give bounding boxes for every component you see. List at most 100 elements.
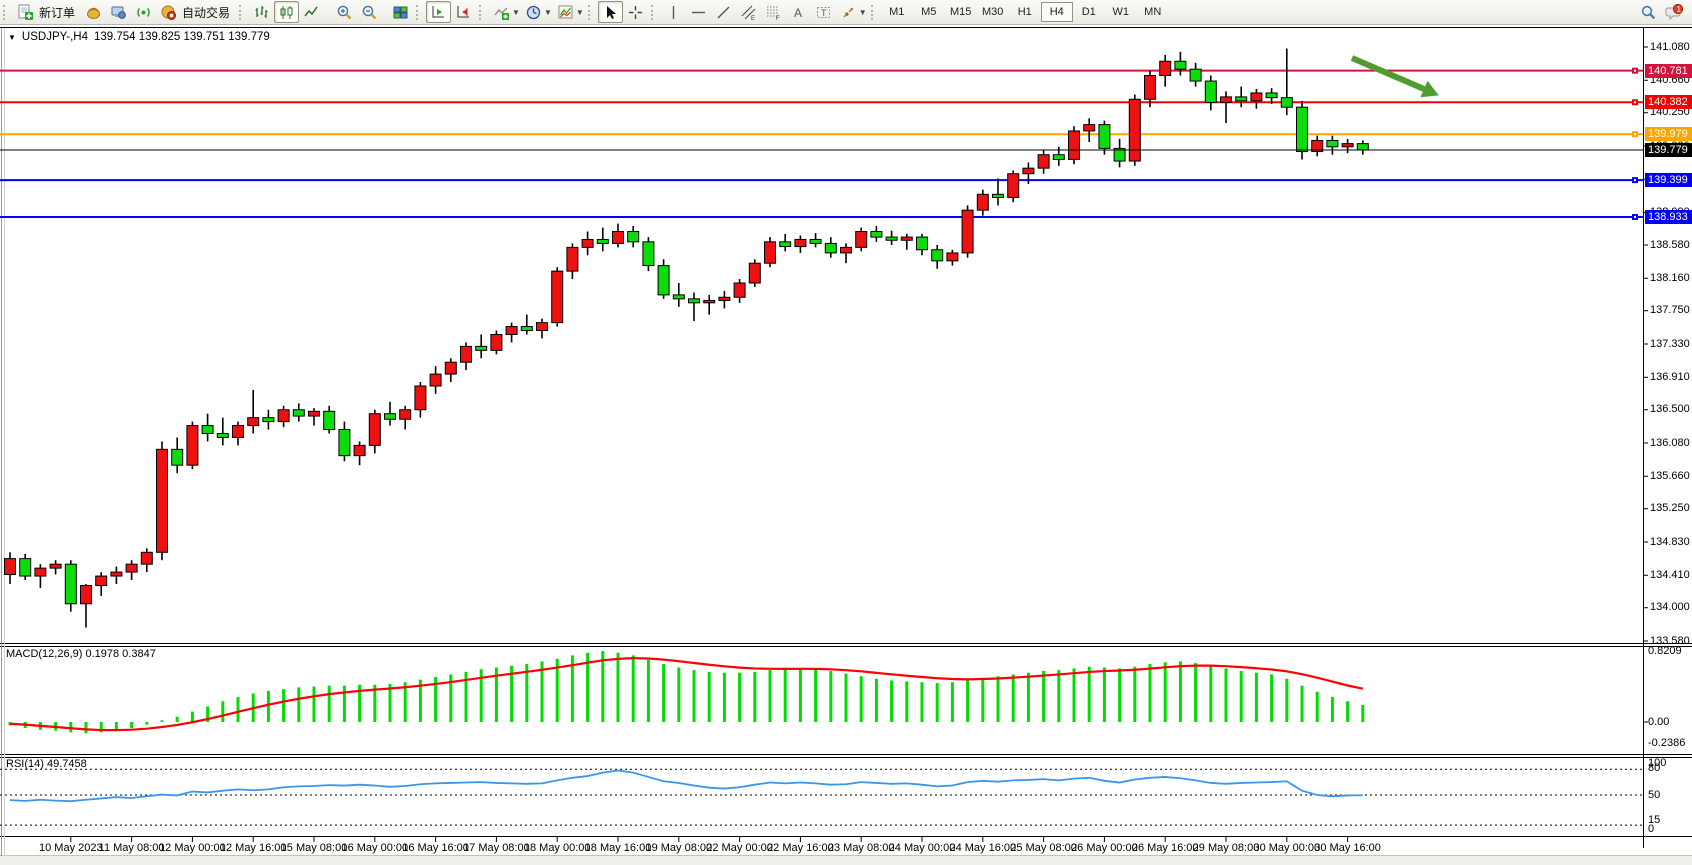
auto-scroll-button[interactable]	[426, 1, 451, 23]
ohlc-readout: 139.754 139.825 139.751 139.779	[94, 31, 270, 43]
new-order-button[interactable]	[13, 1, 38, 23]
symbol-menu-caret[interactable]: ▼	[8, 33, 16, 42]
timeframe-mn[interactable]: MN	[1137, 2, 1169, 22]
macd-axis-label: 0.00	[1648, 716, 1669, 728]
search-button[interactable]	[1636, 1, 1661, 23]
channel-button[interactable]: E	[736, 1, 761, 23]
line-chart-icon	[303, 4, 320, 21]
trendline-button[interactable]	[711, 1, 736, 23]
chart-canvas[interactable]	[0, 0, 1692, 865]
auto-trading-label[interactable]: 自动交易	[182, 4, 230, 21]
chart-shift-button[interactable]	[451, 1, 476, 23]
price-tick-label: 141.080	[1650, 41, 1690, 53]
text-button[interactable]: A	[786, 1, 811, 23]
zoom-in-button[interactable]	[332, 1, 357, 23]
template-icon	[557, 4, 574, 21]
time-axis-label: 30 May 00:00	[1253, 842, 1320, 854]
notifications-button[interactable]: 1	[1661, 1, 1686, 23]
timeframe-w1[interactable]: W1	[1105, 2, 1137, 22]
indicators-button[interactable]	[489, 1, 514, 23]
text-label-icon: T	[815, 4, 832, 21]
indicators-dropdown-caret[interactable]: ▼	[512, 8, 520, 17]
price-tick-label: 137.330	[1650, 338, 1690, 350]
time-axis-label: 12 May 16:00	[220, 842, 287, 854]
fibonacci-button[interactable]: F	[761, 1, 786, 23]
templates-button[interactable]	[553, 1, 578, 23]
arrows-dropdown-caret[interactable]: ▼	[859, 8, 867, 17]
macd-indicator-label: MACD(12,26,9) 0.1978 0.3847	[6, 648, 156, 660]
trade-terminal-icon	[110, 4, 127, 21]
toolbar-grip[interactable]	[871, 5, 877, 20]
zoom-out-icon	[361, 4, 378, 21]
price-tick-label: 134.000	[1650, 601, 1690, 613]
new-order-label[interactable]: 新订单	[39, 4, 75, 21]
timeframe-m15[interactable]: M15	[945, 2, 977, 22]
deposit-button[interactable]	[81, 1, 106, 23]
timeframe-h4[interactable]: H4	[1041, 2, 1073, 22]
new-order-icon	[17, 4, 34, 21]
time-axis-label: 25 May 08:00	[1010, 842, 1077, 854]
price-tick-label: 138.580	[1650, 239, 1690, 251]
candlestick-chart-button[interactable]	[274, 1, 299, 23]
periods-dropdown-caret[interactable]: ▼	[544, 8, 552, 17]
time-axis-label: 15 May 08:00	[281, 842, 348, 854]
timeframe-m30[interactable]: M30	[977, 2, 1009, 22]
price-tick-label: 136.910	[1650, 371, 1690, 383]
chart-shift-icon	[455, 4, 472, 21]
price-tick-label: 134.410	[1650, 569, 1690, 581]
price-tick-label: 135.660	[1650, 470, 1690, 482]
time-axis-label: 18 May 16:00	[585, 842, 652, 854]
time-axis-label: 30 May 16:00	[1314, 842, 1381, 854]
tile-windows-button[interactable]	[388, 1, 413, 23]
price-line-badge: 140.382	[1645, 95, 1692, 109]
toolbar-grip[interactable]	[651, 5, 657, 20]
signals-button[interactable]	[131, 1, 156, 23]
time-axis-label: 16 May 00:00	[341, 842, 408, 854]
timeframe-h1[interactable]: H1	[1009, 2, 1041, 22]
price-tick-label: 137.750	[1650, 304, 1690, 316]
time-axis-label: 22 May 16:00	[767, 842, 834, 854]
arrows-button[interactable]	[836, 1, 861, 23]
svg-text:A: A	[794, 6, 802, 20]
periods-button[interactable]	[521, 1, 546, 23]
horizontal-line-button[interactable]	[686, 1, 711, 23]
toolbar-grip[interactable]	[479, 5, 485, 20]
crosshair-button[interactable]	[623, 1, 648, 23]
rsi-axis-label: 50	[1648, 789, 1660, 801]
bar-chart-button[interactable]	[249, 1, 274, 23]
toolbar-grip[interactable]	[3, 5, 9, 20]
rsi-indicator-label: RSI(14) 49.7458	[6, 758, 87, 770]
timeframe-m1[interactable]: M1	[881, 2, 913, 22]
line-chart-button[interactable]	[299, 1, 324, 23]
time-axis-label: 11 May 08:00	[99, 842, 165, 854]
time-axis-label: 12 May 00:00	[159, 842, 226, 854]
templates-dropdown-caret[interactable]: ▼	[576, 8, 584, 17]
price-tick-label: 134.830	[1650, 536, 1690, 548]
svg-text:T: T	[821, 8, 827, 18]
price-line-badge: 139.979	[1645, 127, 1692, 141]
toolbar-grip[interactable]	[588, 5, 594, 20]
auto-trading-icon	[160, 4, 177, 21]
time-axis-label: 29 May 08:00	[1193, 842, 1260, 854]
time-axis-label: 24 May 00:00	[889, 842, 956, 854]
zoom-out-button[interactable]	[357, 1, 382, 23]
search-icon	[1640, 4, 1657, 21]
time-axis-label: 17 May 08:00	[463, 842, 530, 854]
timeframe-d1[interactable]: D1	[1073, 2, 1105, 22]
time-axis-label: 22 May 00:00	[706, 842, 773, 854]
cursor-button[interactable]	[598, 1, 623, 23]
time-axis-label: 18 May 00:00	[524, 842, 591, 854]
toolbar-grip[interactable]	[416, 5, 422, 20]
price-line-badge: 138.933	[1645, 210, 1692, 224]
svg-text:E: E	[751, 16, 755, 21]
text-label-button[interactable]: T	[811, 1, 836, 23]
toolbar-grip[interactable]	[239, 5, 245, 20]
time-axis-label: 24 May 16:00	[949, 842, 1016, 854]
bar-chart-icon	[253, 4, 270, 21]
current-price-badge: 139.779	[1645, 143, 1692, 157]
vertical-line-button[interactable]	[661, 1, 686, 23]
auto-trading-button[interactable]	[156, 1, 181, 23]
terminal-button[interactable]	[106, 1, 131, 23]
price-tick-label: 136.080	[1650, 437, 1690, 449]
timeframe-m5[interactable]: M5	[913, 2, 945, 22]
